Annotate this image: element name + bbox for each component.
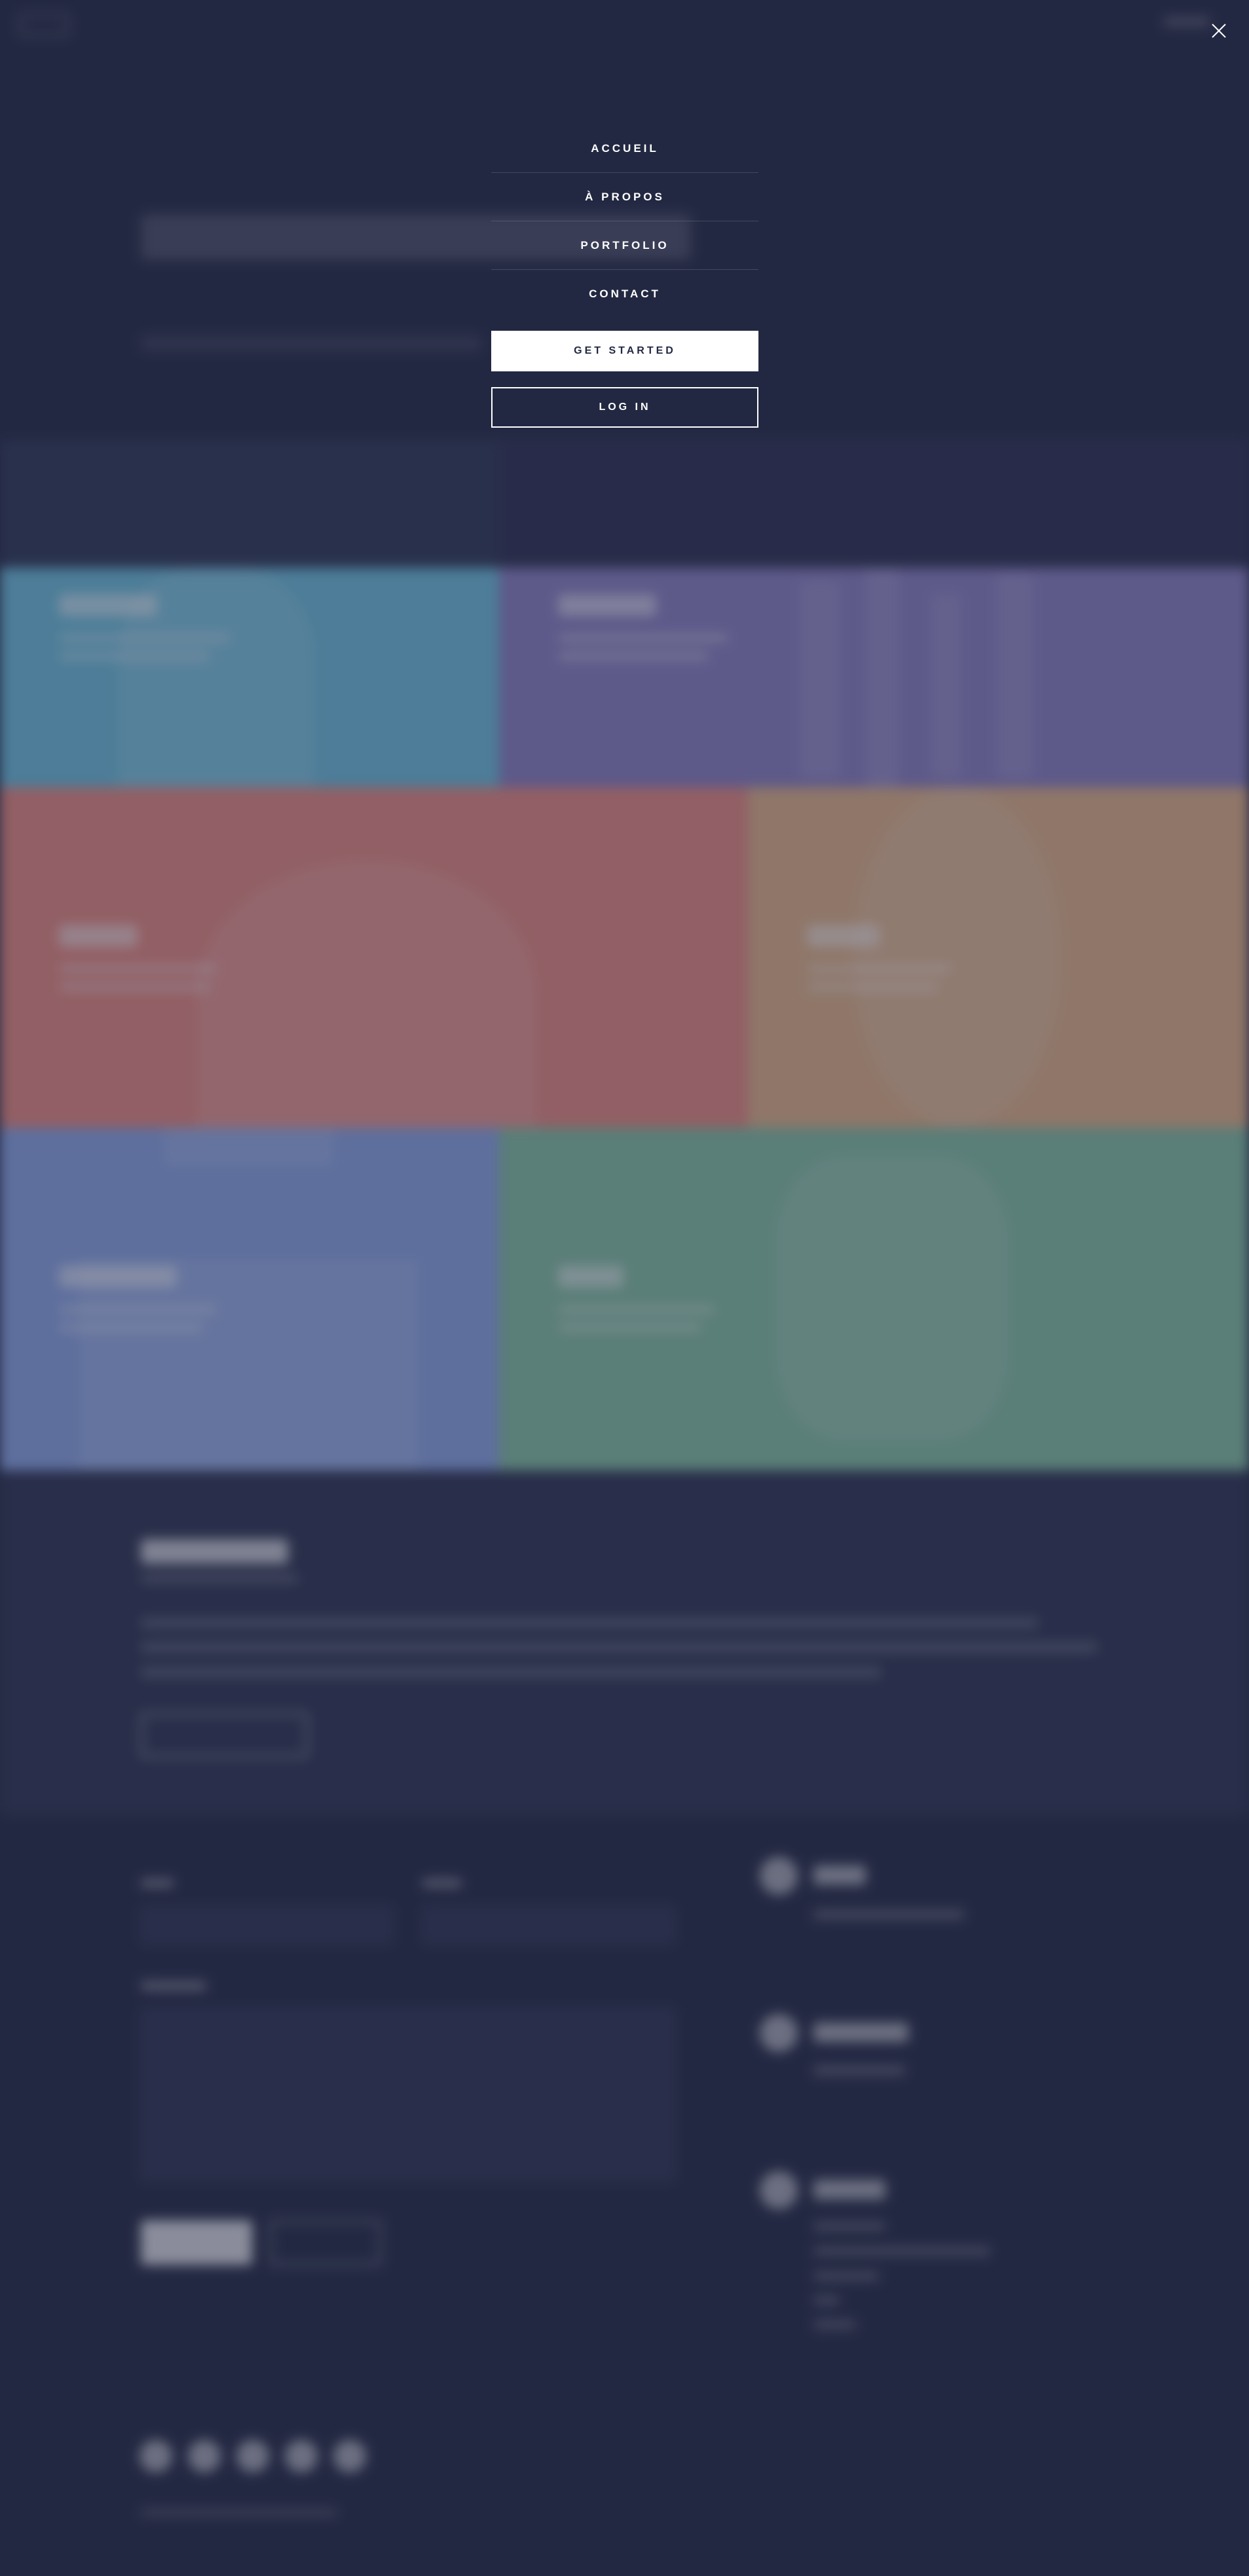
overlay-menu: ACCUEIL À PROPOS PORTFOLIO CONTACT bbox=[491, 124, 758, 318]
menu-item-portfolio[interactable]: PORTFOLIO bbox=[491, 221, 758, 269]
get-started-button[interactable]: GET STARTED bbox=[491, 331, 758, 371]
log-in-button[interactable]: LOG IN bbox=[491, 387, 758, 428]
menu-item-accueil[interactable]: ACCUEIL bbox=[491, 124, 758, 172]
menu-overlay bbox=[0, 0, 1249, 2576]
menu-item-a-propos[interactable]: À PROPOS bbox=[491, 172, 758, 221]
close-menu-button[interactable] bbox=[1207, 19, 1231, 43]
menu-item-contact[interactable]: CONTACT bbox=[491, 269, 758, 318]
close-icon bbox=[1212, 24, 1226, 38]
